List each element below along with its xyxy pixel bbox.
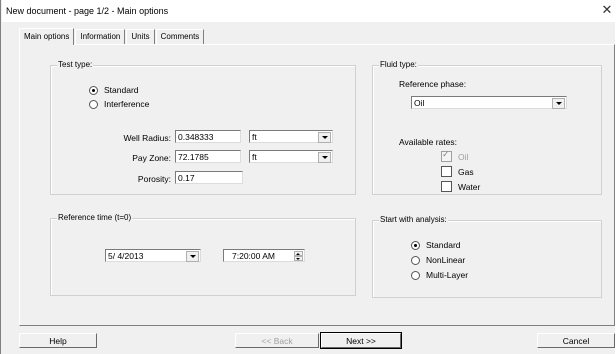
radio-multilayer-analysis-label: Multi-Layer xyxy=(426,270,469,280)
test-type-legend: Test type: xyxy=(57,60,94,69)
pay-zone-unit-select[interactable]: ft xyxy=(249,150,333,163)
spin-down-icon[interactable] xyxy=(294,256,303,261)
well-radius-label: Well Radius: xyxy=(123,133,171,143)
reference-phase-select[interactable]: Oil xyxy=(411,96,567,109)
tab-comments[interactable]: Comments xyxy=(155,29,205,44)
radio-button-icon[interactable] xyxy=(89,85,98,95)
reference-date-value: 5/ 4/2013 xyxy=(108,251,144,261)
reference-time-group: Reference time (t=0) 5/ 4/2013 7:20:00 A… xyxy=(50,213,356,296)
well-radius-unit-select[interactable]: ft xyxy=(249,130,333,143)
rate-water-checkbox[interactable]: Water xyxy=(441,181,480,192)
start-analysis-legend: Start with analysis: xyxy=(379,215,448,224)
radio-button-icon[interactable] xyxy=(411,270,420,280)
radio-interference-test[interactable]: Interference xyxy=(89,99,149,109)
checkbox-icon[interactable] xyxy=(441,181,452,192)
chevron-down-icon[interactable] xyxy=(318,152,331,163)
dialog-window: New document - page 1/2 - Main options ✕… xyxy=(0,0,616,354)
chevron-down-icon[interactable] xyxy=(552,98,565,109)
reference-time-input[interactable]: 7:20:00 AM xyxy=(223,249,305,262)
next-button[interactable]: Next >> xyxy=(320,332,402,349)
reference-phase-value: Oil xyxy=(414,98,425,108)
tab-information[interactable]: Information xyxy=(75,29,126,44)
rate-oil-checkbox[interactable]: Oil xyxy=(441,149,469,162)
time-spinner[interactable] xyxy=(294,251,303,261)
radio-interference-test-label: Interference xyxy=(104,99,150,109)
radio-standard-analysis[interactable]: Standard xyxy=(411,240,461,250)
rate-gas-checkbox[interactable]: Gas xyxy=(441,166,474,177)
radio-standard-test-label: Standard xyxy=(104,85,139,95)
radio-multilayer-analysis[interactable]: Multi-Layer xyxy=(411,270,468,280)
well-radius-unit-value: ft xyxy=(252,132,257,142)
reference-date-picker[interactable]: 5/ 4/2013 xyxy=(105,249,201,262)
rate-oil-label: Oil xyxy=(458,151,469,162)
radio-standard-analysis-label: Standard xyxy=(426,240,461,250)
porosity-label: Porosity: xyxy=(137,174,171,184)
back-button[interactable]: << Back xyxy=(235,333,319,348)
radio-button-icon[interactable] xyxy=(89,99,98,109)
radio-standard-test[interactable]: Standard xyxy=(89,85,139,95)
well-radius-input[interactable]: 0.348333 xyxy=(175,130,241,143)
window-title: New document - page 1/2 - Main options xyxy=(6,6,169,16)
radio-nonlinear-analysis-label: NonLinear xyxy=(426,255,466,265)
tab-strip: Main options Information Units Comments xyxy=(19,28,205,45)
tab-panel-main-options: Test type: Standard Interference Well Ra… xyxy=(19,44,615,326)
close-icon[interactable]: ✕ xyxy=(600,3,614,17)
porosity-input[interactable]: 0.17 xyxy=(175,171,243,184)
radio-button-icon[interactable] xyxy=(411,255,420,265)
chevron-down-icon[interactable] xyxy=(186,251,199,262)
radio-nonlinear-analysis[interactable]: NonLinear xyxy=(411,255,465,265)
cancel-button[interactable]: Cancel xyxy=(537,333,615,348)
test-type-group: Test type: Standard Interference Well Ra… xyxy=(50,60,356,195)
pay-zone-label: Pay Zone: xyxy=(132,153,171,163)
start-analysis-group: Start with analysis: Standard NonLinear … xyxy=(372,215,602,298)
reference-phase-label: Reference phase: xyxy=(399,79,467,89)
chevron-down-icon[interactable] xyxy=(318,132,331,143)
help-button[interactable]: Help xyxy=(19,333,97,348)
checkbox-icon[interactable] xyxy=(441,149,452,162)
checkbox-icon[interactable] xyxy=(441,166,452,177)
rate-water-label: Water xyxy=(458,181,481,192)
tab-units[interactable]: Units xyxy=(126,29,155,44)
fluid-type-group: Fluid type: Reference phase: Oil Availab… xyxy=(372,60,602,195)
pay-zone-input[interactable]: 72.1785 xyxy=(175,150,241,163)
fluid-type-legend: Fluid type: xyxy=(379,60,418,69)
reference-time-legend: Reference time (t=0) xyxy=(57,213,133,222)
radio-button-icon[interactable] xyxy=(411,240,420,250)
tab-main-options[interactable]: Main options xyxy=(19,28,75,45)
rate-gas-label: Gas xyxy=(458,166,474,177)
title-bar[interactable]: New document - page 1/2 - Main options ✕ xyxy=(2,0,616,22)
pay-zone-unit-value: ft xyxy=(252,152,257,162)
available-rates-label: Available rates: xyxy=(399,137,457,147)
reference-time-value: 7:20:00 AM xyxy=(232,251,276,261)
